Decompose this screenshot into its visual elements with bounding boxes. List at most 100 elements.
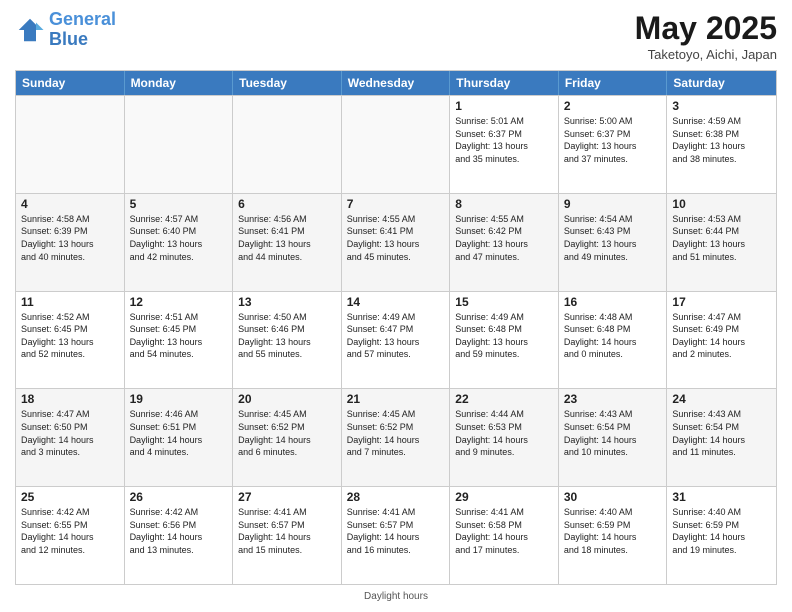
day-info: Sunrise: 4:49 AM Sunset: 6:47 PM Dayligh… xyxy=(347,311,445,361)
calendar-cell: 16Sunrise: 4:48 AM Sunset: 6:48 PM Dayli… xyxy=(559,292,668,389)
calendar-cell: 22 Sunrise: 4:44 AM Sunset: 6:53 PM Dayli… xyxy=(450,389,559,486)
day-info: Sunrise: 4:43 AM Sunset: 6:54 PM Dayligh… xyxy=(672,408,771,458)
day-info: Sunrise: 4:55 AM Sunset: 6:41 PM Dayligh… xyxy=(347,213,445,263)
day-info: Sunrise: 4:59 AM Sunset: 6:38 PM Dayligh… xyxy=(672,115,771,165)
day-info: Sunrise: 4:55 AM Sunset: 6:42 PM Dayligh… xyxy=(455,213,553,263)
day-info: Sunrise: 4:40 AM Sunset: 6:59 PM Dayligh… xyxy=(672,506,771,556)
calendar-cell: 10 Sunrise: 4:53 AM Sunset: 6:44 PM Dayli… xyxy=(667,194,776,291)
calendar: SundayMondayTuesdayWednesdayThursdayFrid… xyxy=(15,70,777,585)
calendar-cell: 15 Sunrise: 4:49 AM Sunset: 6:48 PM Dayli… xyxy=(450,292,559,389)
day-info: Sunrise: 4:49 AM Sunset: 6:48 PM Dayligh… xyxy=(455,311,553,361)
day-info: Sunrise: 4:41 AM Sunset: 6:57 PM Dayligh… xyxy=(238,506,336,556)
day-number: 20 xyxy=(238,392,336,406)
month-title: May 2025 xyxy=(635,10,777,47)
calendar-cell: 2 Sunrise: 5:00 AM Sunset: 6:37 PM Daylig… xyxy=(559,96,668,193)
calendar-cell xyxy=(16,96,125,193)
day-number: 15 xyxy=(455,295,553,309)
week-row-4: 25 Sunrise: 4:42 AM Sunset: 6:55 PM Dayli… xyxy=(16,486,776,584)
footer: Daylight hours xyxy=(15,591,777,602)
day-number: 6 xyxy=(238,197,336,211)
logo-text: General Blue xyxy=(49,10,116,50)
day-number: 25 xyxy=(21,490,119,504)
calendar-cell: 27 Sunrise: 4:41 AM Sunset: 6:57 PM Dayli… xyxy=(233,487,342,584)
week-row-2: 11Sunrise: 4:52 AM Sunset: 6:45 PM Dayli… xyxy=(16,291,776,389)
calendar-cell: 23Sunrise: 4:43 AM Sunset: 6:54 PM Dayli… xyxy=(559,389,668,486)
day-header-tuesday: Tuesday xyxy=(233,71,342,95)
day-info: Sunrise: 4:54 AM Sunset: 6:43 PM Dayligh… xyxy=(564,213,662,263)
day-number: 9 xyxy=(564,197,662,211)
day-info: Sunrise: 4:47 AM Sunset: 6:49 PM Dayligh… xyxy=(672,311,771,361)
day-number: 31 xyxy=(672,490,771,504)
day-info: Sunrise: 4:42 AM Sunset: 6:55 PM Dayligh… xyxy=(21,506,119,556)
calendar-cell: 5Sunrise: 4:57 AM Sunset: 6:40 PM Daylig… xyxy=(125,194,234,291)
calendar-cell: 21 Sunrise: 4:45 AM Sunset: 6:52 PM Dayli… xyxy=(342,389,451,486)
calendar-cell: 7 Sunrise: 4:55 AM Sunset: 6:41 PM Daylig… xyxy=(342,194,451,291)
week-row-0: 1Sunrise: 5:01 AM Sunset: 6:37 PM Daylig… xyxy=(16,95,776,193)
calendar-cell: 30Sunrise: 4:40 AM Sunset: 6:59 PM Dayli… xyxy=(559,487,668,584)
day-info: Sunrise: 4:58 AM Sunset: 6:39 PM Dayligh… xyxy=(21,213,119,263)
day-info: Sunrise: 4:52 AM Sunset: 6:45 PM Dayligh… xyxy=(21,311,119,361)
day-info: Sunrise: 4:44 AM Sunset: 6:53 PM Dayligh… xyxy=(455,408,553,458)
calendar-cell xyxy=(125,96,234,193)
day-info: Sunrise: 4:48 AM Sunset: 6:48 PM Dayligh… xyxy=(564,311,662,361)
day-info: Sunrise: 4:41 AM Sunset: 6:58 PM Dayligh… xyxy=(455,506,553,556)
week-row-1: 4Sunrise: 4:58 AM Sunset: 6:39 PM Daylig… xyxy=(16,193,776,291)
day-number: 7 xyxy=(347,197,445,211)
calendar-cell: 12Sunrise: 4:51 AM Sunset: 6:45 PM Dayli… xyxy=(125,292,234,389)
calendar-cell xyxy=(342,96,451,193)
calendar-cell: 29 Sunrise: 4:41 AM Sunset: 6:58 PM Dayli… xyxy=(450,487,559,584)
day-number: 22 xyxy=(455,392,553,406)
page: General Blue May 2025 Taketoyo, Aichi, J… xyxy=(0,0,792,612)
calendar-cell: 3 Sunrise: 4:59 AM Sunset: 6:38 PM Daylig… xyxy=(667,96,776,193)
day-number: 10 xyxy=(672,197,771,211)
day-header-saturday: Saturday xyxy=(667,71,776,95)
location: Taketoyo, Aichi, Japan xyxy=(635,47,777,62)
day-header-thursday: Thursday xyxy=(450,71,559,95)
day-number: 19 xyxy=(130,392,228,406)
day-info: Sunrise: 4:56 AM Sunset: 6:41 PM Dayligh… xyxy=(238,213,336,263)
day-number: 18 xyxy=(21,392,119,406)
day-info: Sunrise: 4:45 AM Sunset: 6:52 PM Dayligh… xyxy=(347,408,445,458)
day-number: 12 xyxy=(130,295,228,309)
calendar-cell: 4Sunrise: 4:58 AM Sunset: 6:39 PM Daylig… xyxy=(16,194,125,291)
day-info: Sunrise: 4:45 AM Sunset: 6:52 PM Dayligh… xyxy=(238,408,336,458)
calendar-cell xyxy=(233,96,342,193)
calendar-cell: 19 Sunrise: 4:46 AM Sunset: 6:51 PM Dayli… xyxy=(125,389,234,486)
day-number: 3 xyxy=(672,99,771,113)
day-number: 24 xyxy=(672,392,771,406)
day-number: 13 xyxy=(238,295,336,309)
calendar-cell: 11Sunrise: 4:52 AM Sunset: 6:45 PM Dayli… xyxy=(16,292,125,389)
day-info: Sunrise: 5:01 AM Sunset: 6:37 PM Dayligh… xyxy=(455,115,553,165)
day-number: 26 xyxy=(130,490,228,504)
day-number: 28 xyxy=(347,490,445,504)
calendar-header: SundayMondayTuesdayWednesdayThursdayFrid… xyxy=(16,71,776,95)
day-number: 27 xyxy=(238,490,336,504)
day-info: Sunrise: 4:50 AM Sunset: 6:46 PM Dayligh… xyxy=(238,311,336,361)
day-number: 5 xyxy=(130,197,228,211)
day-number: 8 xyxy=(455,197,553,211)
day-number: 21 xyxy=(347,392,445,406)
logo-icon xyxy=(15,15,45,45)
calendar-cell: 26 Sunrise: 4:42 AM Sunset: 6:56 PM Dayli… xyxy=(125,487,234,584)
day-number: 2 xyxy=(564,99,662,113)
day-info: Sunrise: 4:47 AM Sunset: 6:50 PM Dayligh… xyxy=(21,408,119,458)
day-number: 23 xyxy=(564,392,662,406)
week-row-3: 18 Sunrise: 4:47 AM Sunset: 6:50 PM Dayli… xyxy=(16,388,776,486)
day-info: Sunrise: 4:53 AM Sunset: 6:44 PM Dayligh… xyxy=(672,213,771,263)
calendar-cell: 9 Sunrise: 4:54 AM Sunset: 6:43 PM Daylig… xyxy=(559,194,668,291)
calendar-cell: 20 Sunrise: 4:45 AM Sunset: 6:52 PM Dayli… xyxy=(233,389,342,486)
calendar-cell: 24 Sunrise: 4:43 AM Sunset: 6:54 PM Dayli… xyxy=(667,389,776,486)
calendar-cell: 6 Sunrise: 4:56 AM Sunset: 6:41 PM Daylig… xyxy=(233,194,342,291)
header: General Blue May 2025 Taketoyo, Aichi, J… xyxy=(15,10,777,62)
calendar-cell: 1Sunrise: 5:01 AM Sunset: 6:37 PM Daylig… xyxy=(450,96,559,193)
day-info: Sunrise: 5:00 AM Sunset: 6:37 PM Dayligh… xyxy=(564,115,662,165)
day-info: Sunrise: 4:42 AM Sunset: 6:56 PM Dayligh… xyxy=(130,506,228,556)
day-number: 29 xyxy=(455,490,553,504)
day-number: 30 xyxy=(564,490,662,504)
calendar-cell: 13 Sunrise: 4:50 AM Sunset: 6:46 PM Dayli… xyxy=(233,292,342,389)
day-number: 17 xyxy=(672,295,771,309)
day-info: Sunrise: 4:46 AM Sunset: 6:51 PM Dayligh… xyxy=(130,408,228,458)
title-block: May 2025 Taketoyo, Aichi, Japan xyxy=(635,10,777,62)
calendar-cell: 14Sunrise: 4:49 AM Sunset: 6:47 PM Dayli… xyxy=(342,292,451,389)
day-header-monday: Monday xyxy=(125,71,234,95)
